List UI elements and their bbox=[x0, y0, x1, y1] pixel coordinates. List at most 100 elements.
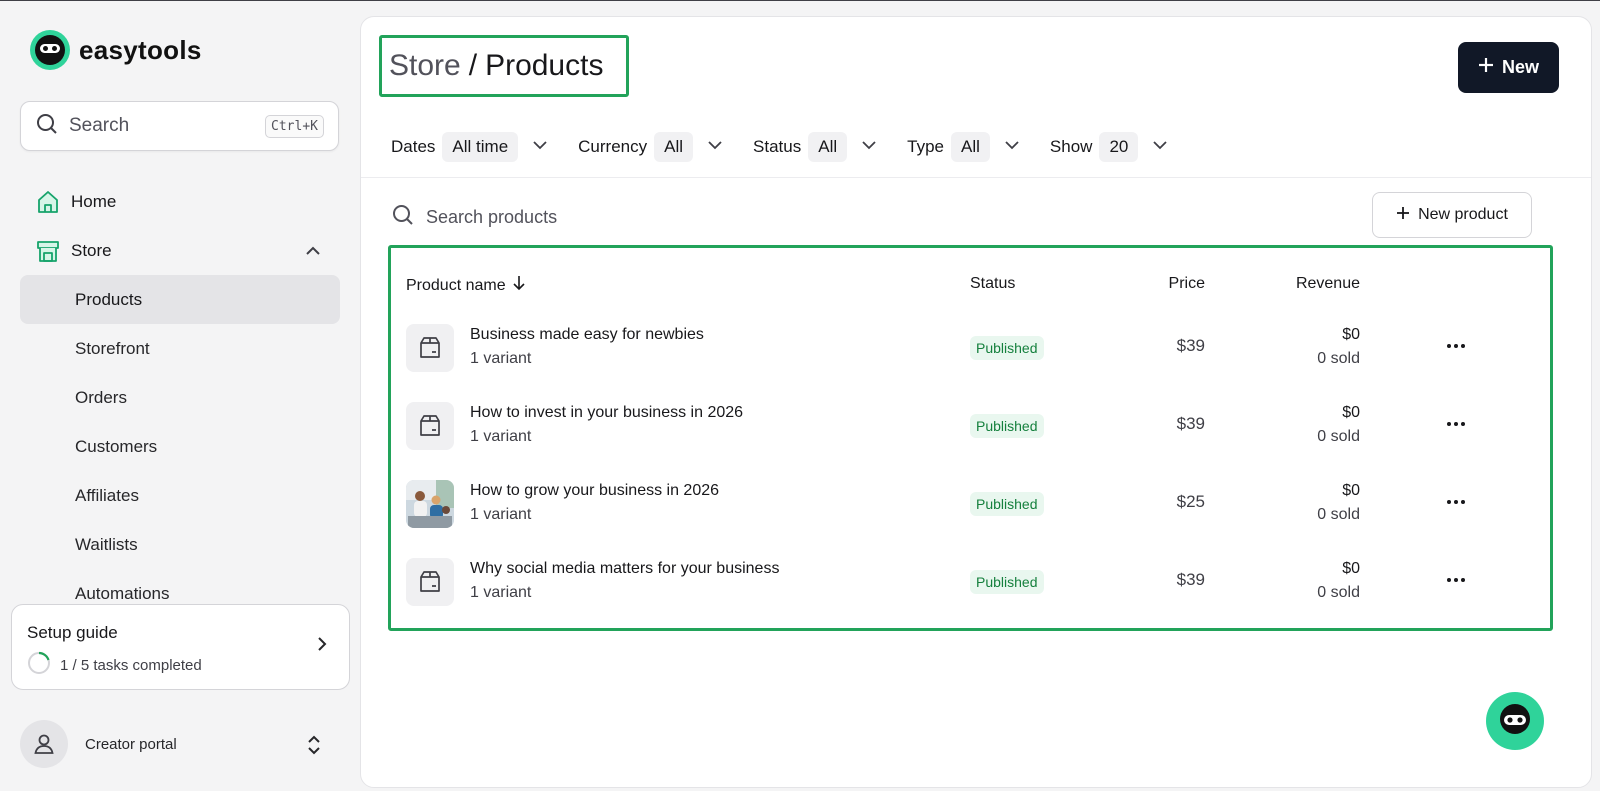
product-price: $39 bbox=[1176, 336, 1205, 355]
search-icon bbox=[35, 112, 59, 141]
product-price: $25 bbox=[1176, 492, 1205, 511]
portal-label: Creator portal bbox=[85, 735, 177, 753]
box-icon bbox=[406, 324, 454, 372]
filter-key: Status bbox=[753, 137, 802, 156]
product-name[interactable]: How to invest in your business in 2026 bbox=[470, 404, 743, 422]
chevron-right-icon bbox=[313, 635, 331, 658]
product-photo bbox=[406, 480, 454, 528]
product-variants: 1 variant bbox=[470, 428, 532, 445]
arrow-down-icon bbox=[512, 275, 526, 296]
filter-value: All time bbox=[442, 132, 519, 162]
chevron-down-icon bbox=[861, 137, 877, 158]
sidebar-item-orders[interactable]: Orders bbox=[20, 373, 340, 422]
product-search-input[interactable]: Search products bbox=[391, 203, 557, 232]
app-name: easytools bbox=[79, 34, 202, 65]
table-row[interactable]: Why social media matters for your busine… bbox=[391, 546, 1550, 624]
new-product-button[interactable]: New product bbox=[1372, 192, 1532, 238]
status-badge: Published bbox=[970, 492, 1044, 516]
sidebar-item-store[interactable]: Store bbox=[20, 226, 340, 275]
product-name[interactable]: Why social media matters for your busine… bbox=[470, 560, 779, 578]
sloth-logo-icon bbox=[30, 30, 70, 70]
filter-key: Currency bbox=[578, 137, 648, 156]
search-shortcut: Ctrl+K bbox=[265, 114, 324, 138]
sidebar-item-storefront[interactable]: Storefront bbox=[20, 324, 340, 373]
column-header-name[interactable]: Product name bbox=[406, 275, 526, 296]
box-icon bbox=[406, 402, 454, 450]
table-row[interactable]: Business made easy for newbies 1 variant… bbox=[391, 312, 1550, 390]
chevron-down-icon bbox=[1004, 137, 1020, 158]
filter-key: Show bbox=[1049, 137, 1093, 156]
setup-guide-card[interactable]: Setup guide 1 / 5 tasks completed bbox=[11, 604, 350, 690]
page-title: Products bbox=[485, 49, 604, 82]
status-badge: Published bbox=[970, 414, 1044, 438]
plus-icon bbox=[1478, 57, 1494, 78]
product-variants: 1 variant bbox=[470, 584, 532, 601]
filter-divider bbox=[361, 177, 1591, 178]
more-options-icon[interactable] bbox=[1446, 570, 1466, 595]
creator-portal-switcher[interactable]: Creator portal bbox=[20, 720, 320, 768]
column-header-price[interactable]: Price bbox=[1169, 275, 1205, 293]
product-sold: 0 sold bbox=[1317, 584, 1360, 601]
chevron-updown-icon bbox=[305, 734, 323, 761]
filter-dates[interactable]: Dates All time bbox=[391, 132, 548, 162]
box-icon bbox=[406, 558, 454, 606]
column-header-label: Product name bbox=[406, 276, 506, 294]
product-revenue: $0 bbox=[1342, 326, 1360, 343]
search-label: Search bbox=[69, 115, 130, 136]
chevron-down-icon bbox=[532, 137, 548, 158]
status-badge: Published bbox=[970, 336, 1044, 360]
sidebar: easytools Search Ctrl+K Home Store Produ… bbox=[0, 0, 352, 791]
column-header-revenue[interactable]: Revenue bbox=[1296, 275, 1360, 293]
breadcrumb: Store / Products bbox=[379, 35, 629, 97]
support-chat-button[interactable] bbox=[1486, 692, 1544, 750]
sidebar-item-waitlists[interactable]: Waitlists bbox=[20, 520, 340, 569]
product-variants: 1 variant bbox=[470, 350, 532, 367]
filter-status[interactable]: Status All bbox=[753, 132, 877, 162]
search-icon bbox=[391, 203, 415, 232]
filter-type[interactable]: Type All bbox=[907, 132, 1020, 162]
new-product-label: New product bbox=[1418, 206, 1508, 223]
sidebar-item-products[interactable]: Products bbox=[20, 275, 340, 324]
store-icon bbox=[34, 237, 62, 265]
progress-ring-icon bbox=[27, 651, 51, 679]
search-placeholder: Search products bbox=[426, 207, 558, 227]
more-options-icon[interactable] bbox=[1446, 492, 1466, 517]
more-options-icon[interactable] bbox=[1446, 336, 1466, 361]
more-options-icon[interactable] bbox=[1446, 414, 1466, 439]
filter-show[interactable]: Show 20 bbox=[1050, 132, 1168, 162]
table-row[interactable]: How to invest in your business in 2026 1… bbox=[391, 390, 1550, 468]
sloth-chat-icon bbox=[1498, 702, 1532, 741]
product-revenue: $0 bbox=[1342, 560, 1360, 577]
product-name[interactable]: Business made easy for newbies bbox=[470, 326, 704, 344]
product-price: $39 bbox=[1176, 414, 1205, 433]
global-search[interactable]: Search Ctrl+K bbox=[20, 101, 339, 151]
chevron-up-icon[interactable] bbox=[304, 242, 322, 265]
filter-value: All bbox=[654, 132, 694, 162]
product-price: $39 bbox=[1176, 570, 1205, 589]
sidebar-item-label: Home bbox=[71, 191, 117, 211]
product-name[interactable]: How to grow your business in 2026 bbox=[470, 482, 719, 500]
filter-currency[interactable]: Currency All bbox=[578, 132, 723, 162]
product-sold: 0 sold bbox=[1317, 506, 1360, 523]
sidebar-item-customers[interactable]: Customers bbox=[20, 422, 340, 471]
filter-key: Dates bbox=[391, 137, 436, 156]
setup-guide-title: Setup guide bbox=[27, 623, 118, 642]
breadcrumb-store-link[interactable]: Store bbox=[389, 49, 461, 83]
filter-bar: Dates All time Currency All Status All T… bbox=[391, 131, 1198, 163]
sidebar-item-home[interactable]: Home bbox=[20, 177, 340, 226]
sidebar-item-affiliates[interactable]: Affiliates bbox=[20, 471, 340, 520]
new-button-label: New bbox=[1501, 57, 1539, 77]
status-badge: Published bbox=[970, 570, 1044, 594]
filter-key: Type bbox=[907, 137, 944, 156]
product-sold: 0 sold bbox=[1317, 428, 1360, 445]
column-header-status[interactable]: Status bbox=[970, 275, 1015, 293]
chevron-down-icon bbox=[707, 137, 723, 158]
app-logo[interactable]: easytools bbox=[30, 30, 202, 70]
table-row[interactable]: How to grow your business in 2026 1 vari… bbox=[391, 468, 1550, 546]
sidebar-item-label: Store bbox=[71, 240, 112, 260]
chevron-down-icon bbox=[1152, 137, 1168, 158]
product-sold: 0 sold bbox=[1317, 350, 1360, 367]
home-icon bbox=[34, 188, 62, 216]
new-button[interactable]: New bbox=[1458, 42, 1559, 93]
product-revenue: $0 bbox=[1342, 404, 1360, 421]
